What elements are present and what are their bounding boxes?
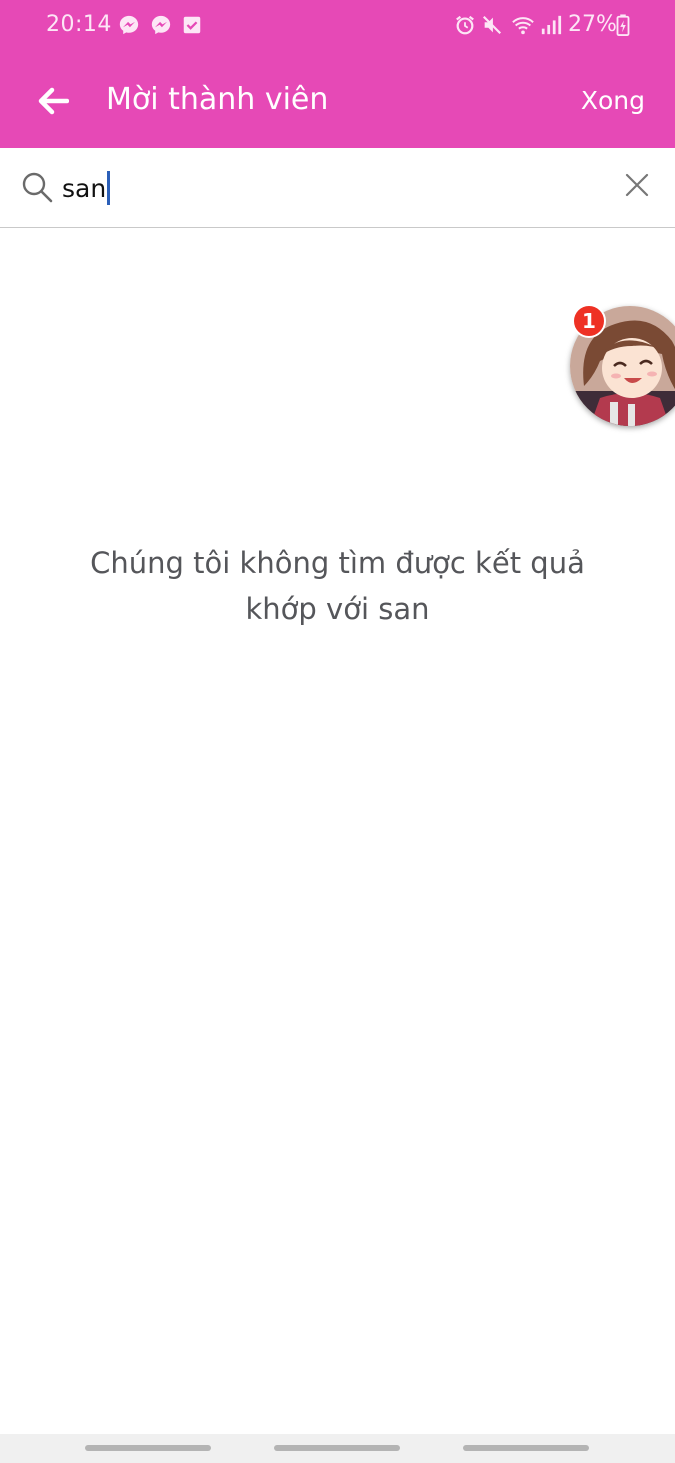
arrow-left-icon — [38, 87, 69, 115]
battery-charging-icon — [616, 14, 630, 36]
toolbar: Mời thành viên Xong — [0, 54, 675, 148]
back-button[interactable] — [28, 76, 78, 126]
download-check-icon — [183, 16, 201, 34]
mute-icon — [482, 15, 502, 35]
search-input[interactable]: san — [62, 170, 111, 206]
empty-results-message: Chúng tôi không tìm được kết quả khớp vớ… — [60, 540, 615, 632]
notification-badge: 1 — [572, 304, 606, 338]
nav-home-button[interactable] — [274, 1445, 400, 1451]
status-bar: 20:14 27% — [0, 0, 675, 54]
signal-icon — [541, 15, 562, 35]
chat-head-bubble[interactable]: 1 — [570, 304, 675, 428]
nav-back-button[interactable] — [463, 1445, 589, 1451]
wifi-icon — [512, 17, 534, 35]
system-nav-bar — [0, 1434, 675, 1463]
search-input-value: san — [62, 173, 107, 203]
empty-results-line-1: Chúng tôi không tìm được kết quả — [90, 546, 585, 580]
nav-recent-button[interactable] — [85, 1445, 211, 1451]
empty-results-line-2: khớp với san — [245, 592, 430, 626]
messenger-icon — [119, 15, 139, 35]
battery-percent: 27% — [568, 12, 617, 37]
alarm-icon — [456, 15, 474, 35]
messenger-icon — [151, 15, 171, 35]
search-bar: san — [0, 148, 675, 228]
done-button[interactable]: Xong — [581, 86, 645, 115]
app-header: 20:14 27% Mời thành viên Xong — [0, 0, 675, 148]
close-icon[interactable] — [620, 168, 654, 202]
status-time: 20:14 — [46, 12, 112, 37]
text-caret — [107, 171, 111, 205]
page-title: Mời thành viên — [106, 82, 329, 117]
search-icon — [22, 172, 53, 203]
